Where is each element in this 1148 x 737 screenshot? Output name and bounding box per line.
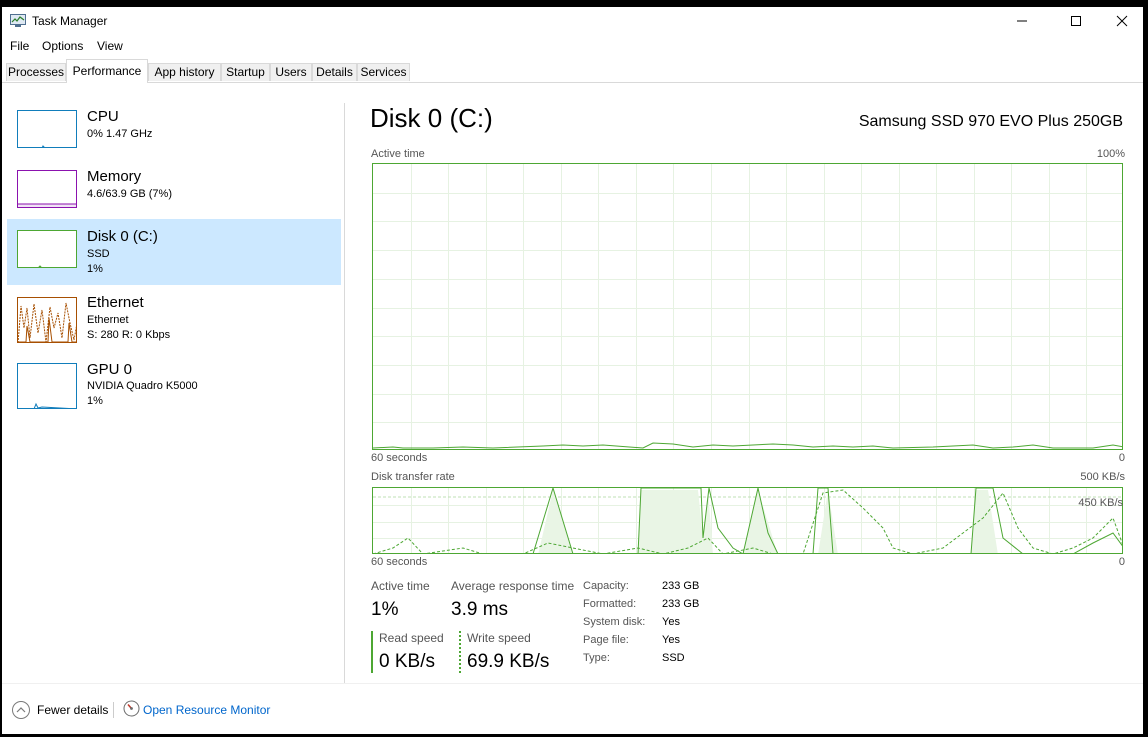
close-button[interactable]: [1100, 7, 1143, 35]
transfer-rate-graph-inner-scale: 450 KB/s: [1078, 497, 1123, 509]
ethernet-thumbnail-graph: [17, 297, 77, 343]
footer-separator: [113, 702, 114, 718]
write-speed-label: Write speed: [467, 631, 531, 645]
avg-response-time-label: Average response time: [451, 579, 575, 593]
sidebar-item-label: CPU: [87, 108, 119, 125]
read-speed-label: Read speed: [379, 631, 444, 645]
active-time-graph: [372, 163, 1123, 450]
tab-startup[interactable]: Startup: [221, 63, 270, 81]
menu-file[interactable]: File: [10, 39, 29, 53]
page-file-label: Page file:: [583, 634, 629, 646]
formatted-value: 233 GB: [662, 598, 700, 610]
tab-processes[interactable]: Processes: [6, 63, 66, 81]
read-speed-value: 0 KB/s: [379, 651, 435, 672]
footer-divider: [2, 683, 1143, 684]
menu-view[interactable]: View: [97, 39, 123, 53]
capacity-label: Capacity:: [583, 580, 629, 592]
page-title: Disk 0 (C:): [370, 103, 493, 133]
active-time-label: Active time: [371, 579, 430, 593]
minimize-icon: [1017, 20, 1027, 22]
disk-thumbnail-graph: [17, 230, 77, 268]
transfer-rate-graph-min: 0: [1118, 556, 1125, 568]
sidebar-item-usage: 1%: [87, 263, 103, 275]
title-bar: Task Manager: [2, 7, 1143, 35]
footer-bar: Fewer details Open Resource Monitor: [2, 695, 1143, 725]
system-disk-label: System disk:: [583, 616, 646, 628]
type-label: Type:: [583, 652, 610, 664]
capacity-value: 233 GB: [662, 580, 700, 592]
chevron-up-circle-icon: [12, 701, 30, 719]
sidebar-item-usage: 1%: [87, 395, 103, 407]
memory-thumbnail-graph: [17, 170, 77, 208]
active-time-graph-grid: [373, 164, 1122, 449]
cpu-thumbnail-graph: [17, 110, 77, 148]
transfer-rate-graph-max: 500 KB/s: [1080, 471, 1125, 483]
avg-response-time-value: 3.9 ms: [451, 599, 509, 620]
active-time-graph-min: 0: [1118, 452, 1125, 464]
sidebar-item-label: Memory: [87, 168, 142, 185]
formatted-label: Formatted:: [583, 598, 637, 610]
sidebar-item-throughput: S: 280 R: 0 Kbps: [87, 329, 171, 341]
transfer-rate-graph-time: 60 seconds: [371, 556, 428, 568]
active-time-value: 1%: [371, 599, 399, 620]
sidebar-item-gpu[interactable]: GPU 0 NVIDIA Quadro K5000 1%: [7, 355, 341, 421]
task-manager-app-icon: [10, 14, 26, 27]
tab-performance[interactable]: Performance: [66, 59, 148, 83]
tab-users[interactable]: Users: [270, 63, 312, 81]
sidebar-item-detail: SSD: [87, 248, 110, 260]
menu-options[interactable]: Options: [42, 39, 83, 53]
transfer-rate-graph: [372, 487, 1123, 554]
sidebar-item-memory[interactable]: Memory 4.6/63.9 GB (7%): [7, 159, 341, 225]
device-model: Samsung SSD 970 EVO Plus 250GB: [858, 113, 1123, 130]
tab-app-history[interactable]: App history: [148, 63, 221, 81]
window-title: Task Manager: [32, 14, 108, 28]
active-time-graph-time: 60 seconds: [371, 452, 428, 464]
minimize-button[interactable]: [1000, 7, 1046, 35]
maximize-icon: [1071, 16, 1081, 26]
type-value: SSD: [662, 652, 685, 664]
open-resource-monitor-link[interactable]: Open Resource Monitor: [143, 703, 270, 717]
tab-services[interactable]: Services: [357, 63, 410, 81]
sidebar-item-detail: 0% 1.47 GHz: [87, 128, 153, 140]
task-manager-window: Task Manager File Options View Processes…: [2, 7, 1143, 734]
close-icon: [1116, 15, 1128, 27]
write-speed-legend-line: [459, 631, 461, 673]
tab-details[interactable]: Details: [312, 63, 357, 81]
gpu-thumbnail-graph: [17, 363, 77, 409]
active-time-series: [373, 442, 1122, 449]
read-speed-legend-line: [371, 631, 373, 673]
active-time-graph-label: Active time: [371, 148, 425, 160]
panel-divider: [344, 103, 345, 683]
resource-sidebar: CPU 0% 1.47 GHz Memory 4.6/63.9 GB (7%) …: [2, 93, 344, 683]
sidebar-item-label: Disk 0 (C:): [87, 228, 158, 245]
system-disk-value: Yes: [662, 616, 680, 628]
sidebar-item-ethernet[interactable]: Ethernet Ethernet S: 280 R: 0 Kbps: [7, 289, 341, 355]
resource-monitor-icon: [123, 700, 140, 717]
sidebar-item-detail: Ethernet: [87, 314, 129, 326]
sidebar-item-cpu[interactable]: CPU 0% 1.47 GHz: [7, 99, 341, 165]
performance-detail-panel: Disk 0 (C:) Samsung SSD 970 EVO Plus 250…: [357, 93, 1127, 683]
write-speed-value: 69.9 KB/s: [467, 651, 550, 672]
maximize-button[interactable]: [1054, 7, 1100, 35]
tab-bar: Processes Performance App history Startu…: [2, 59, 1143, 83]
sidebar-item-label: GPU 0: [87, 361, 133, 378]
sidebar-item-detail: 4.6/63.9 GB (7%): [87, 188, 172, 200]
page-file-value: Yes: [662, 634, 680, 646]
sidebar-item-label: Ethernet: [87, 294, 144, 311]
sidebar-item-detail: NVIDIA Quadro K5000: [87, 380, 198, 392]
fewer-details-label: Fewer details: [37, 703, 109, 717]
sidebar-item-disk[interactable]: Disk 0 (C:) SSD 1%: [7, 219, 341, 285]
active-time-graph-max: 100%: [1096, 148, 1125, 160]
transfer-rate-graph-label: Disk transfer rate: [371, 471, 455, 483]
